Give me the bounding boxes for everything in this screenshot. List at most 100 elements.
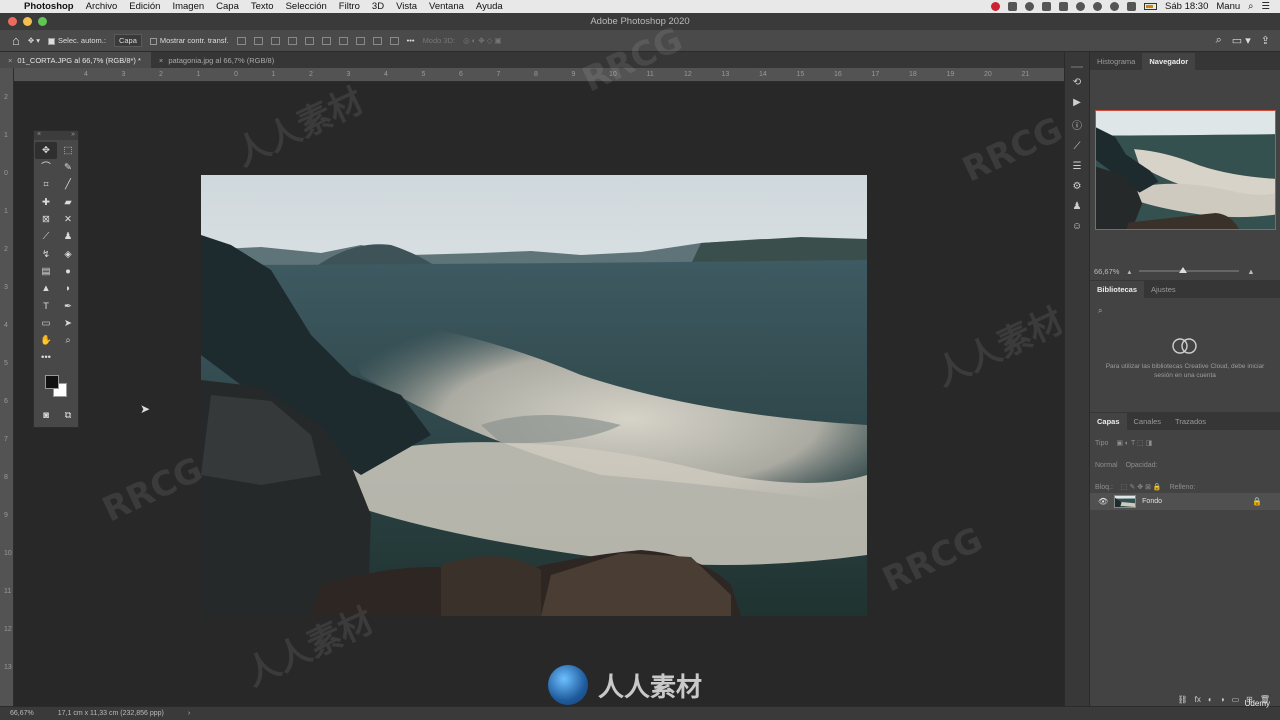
volume-icon[interactable] (1127, 2, 1137, 11)
blend-mode-dropdown[interactable]: Normal (1095, 462, 1118, 469)
lock-icons[interactable]: ⬚ ✎ ✥ ⊠ 🔒 (1121, 483, 1162, 491)
actions-panel-icon[interactable]: ▶ (1073, 97, 1081, 108)
more-tools-icon[interactable]: ••• (35, 350, 57, 367)
status-zoom[interactable]: 66,67% (10, 710, 34, 717)
info-panel-icon[interactable]: ⓘ (1072, 117, 1082, 132)
menu-capa[interactable]: Capa (216, 1, 239, 12)
screen-icon[interactable] (1008, 2, 1018, 11)
expand-icon[interactable]: » (71, 131, 75, 140)
eyedropper-tool-icon[interactable]: ╱ (57, 177, 79, 194)
pen-tool-icon[interactable]: ✒ (57, 298, 79, 315)
layer-lock-icon[interactable]: 🔒 (1252, 497, 1262, 506)
sync-icon[interactable] (1076, 2, 1086, 11)
align-left-icon[interactable] (236, 36, 246, 45)
eraser-tool-icon[interactable]: ◈ (57, 246, 79, 263)
crop-tool-icon[interactable]: ⌗ (35, 177, 57, 194)
menu-app[interactable]: Photoshop (24, 1, 74, 12)
record-icon[interactable] (991, 2, 1001, 11)
menu-3d[interactable]: 3D (372, 1, 384, 12)
path-select-tool-icon[interactable]: ➤ (57, 315, 79, 332)
tab-canales[interactable]: Canales (1127, 417, 1169, 430)
spotlight-icon[interactable]: ⌕ (1248, 1, 1253, 12)
menu-ayuda[interactable]: Ayuda (476, 1, 503, 12)
magnifier-tray-icon[interactable] (1025, 2, 1035, 11)
close-icon[interactable]: × (159, 56, 163, 68)
distribute-2-icon[interactable] (355, 36, 365, 45)
menu-filtro[interactable]: Filtro (339, 1, 360, 12)
lasso-tool-icon[interactable]: ⌒ (35, 159, 57, 176)
tab-capas[interactable]: Capas (1090, 413, 1127, 430)
home-icon[interactable]: ⌂ (12, 33, 20, 48)
filter-icons[interactable]: ▣ ◐ T ⬚ ◨ (1116, 439, 1152, 447)
align-top-icon[interactable] (287, 36, 297, 45)
auto-select-dropdown[interactable]: Capa (113, 34, 142, 47)
sponge-tool-icon[interactable]: ◗ (57, 280, 79, 297)
navigator-zoom-value[interactable]: 66,67% (1094, 267, 1119, 276)
library-search-input[interactable]: ⌕ (1096, 306, 1274, 320)
battery-icon[interactable] (1144, 3, 1158, 10)
align-bottom-icon[interactable] (321, 36, 331, 45)
clock[interactable]: Sáb 18:30 (1165, 1, 1208, 12)
history-icon[interactable] (1093, 2, 1103, 11)
show-transform-checkbox[interactable]: Mostrar contr. transf. (149, 36, 229, 45)
tab-01-corta[interactable]: × 01_CORTA.JPG al 66,7% (RGB/8*) * (0, 52, 151, 68)
dodge-tool-icon[interactable]: ▲ (35, 280, 57, 297)
distribute-3-icon[interactable] (372, 36, 382, 45)
menu-vista[interactable]: Vista (396, 1, 417, 12)
screen-mode-icon[interactable]: ⧉ (57, 407, 79, 424)
type-tool-icon[interactable]: T (35, 298, 57, 315)
brushes-panel-icon[interactable]: ⟋ (1074, 141, 1081, 152)
stamp-tool-icon[interactable]: ♟ (57, 228, 79, 245)
ruler-horizontal[interactable]: 4 3 2 1 0 1 2 3 4 5 6 7 8 9 10 11 12 13 14 15 16 17 18 19 20 21 (14, 68, 1064, 82)
app-tray-icon[interactable] (1042, 2, 1052, 11)
tab-patagonia[interactable]: × patagonia.jpg al 66,7% (RGB/8) (151, 52, 284, 68)
tab-ajustes[interactable]: Ajustes (1144, 285, 1183, 298)
move-tool-preset-icon[interactable]: ✥ ▾ (28, 36, 40, 45)
menu-seleccion[interactable]: Selección (286, 1, 327, 12)
tab-histograma[interactable]: Histograma (1090, 57, 1142, 70)
filter-kind-dropdown[interactable]: Tipo (1095, 440, 1108, 447)
add-mask-icon[interactable]: ◐ (1208, 695, 1213, 704)
learn-panel-icon[interactable]: ☺ (1072, 221, 1082, 232)
cursor-tray-icon[interactable] (1059, 2, 1069, 11)
zoom-out-icon[interactable]: ▴ (1127, 267, 1131, 276)
link-layers-icon[interactable]: ⛓ (1178, 695, 1188, 704)
layer-fondo[interactable]: 👁 Fondo 🔒 (1090, 493, 1280, 510)
close-window-icon[interactable] (8, 17, 17, 26)
adjustment-layer-icon[interactable]: ◑ (1220, 695, 1225, 704)
menu-texto[interactable]: Texto (251, 1, 274, 12)
frame-tool-icon[interactable]: ⊠ (35, 211, 57, 228)
collapse-icon[interactable]: × (37, 131, 41, 140)
workspace-icon[interactable]: ▭ ▾ (1232, 34, 1251, 47)
healing-tool-icon[interactable]: ✚ (35, 194, 57, 211)
menu-imagen[interactable]: Imagen (172, 1, 204, 12)
quick-select-tool-icon[interactable]: ✎ (57, 159, 79, 176)
tab-trazados[interactable]: Trazados (1168, 417, 1213, 430)
zoom-in-icon[interactable]: ▲ (1247, 267, 1254, 276)
patch-tool-icon[interactable]: ▰ (57, 194, 79, 211)
navigator-preview[interactable] (1095, 110, 1276, 230)
auto-select-checkbox[interactable]: Selec. autom.: (48, 36, 106, 45)
adjustments-panel-icon[interactable]: ☰ (1073, 161, 1082, 172)
menu-edicion[interactable]: Edición (129, 1, 160, 12)
align-right-icon[interactable] (270, 36, 280, 45)
tab-navegador[interactable]: Navegador (1142, 53, 1196, 70)
zoom-tool-icon[interactable]: ⌕ (57, 332, 79, 349)
ruler-vertical[interactable]: 2 1 0 1 2 3 4 5 6 7 8 9 10 11 12 13 (0, 68, 14, 706)
align-center-icon[interactable] (253, 36, 263, 45)
brush-tool-icon[interactable]: ⟋ (35, 228, 57, 245)
document-image[interactable] (201, 175, 867, 616)
zoom-window-icon[interactable] (38, 17, 47, 26)
marquee-tool-icon[interactable]: ⬚ (57, 142, 79, 159)
menu-archivo[interactable]: Archivo (86, 1, 118, 12)
history-brush-tool-icon[interactable]: ↯ (35, 246, 57, 263)
menu-ventana[interactable]: Ventana (429, 1, 464, 12)
share-icon[interactable]: ⇪ (1261, 34, 1270, 47)
distribute-4-icon[interactable] (389, 36, 399, 45)
blur-tool-icon[interactable]: ● (57, 263, 79, 280)
wifi-icon[interactable] (1110, 2, 1120, 11)
content-aware-tool-icon[interactable]: ✕ (57, 211, 79, 228)
fx-icon[interactable]: fx (1195, 695, 1201, 704)
foreground-color-swatch[interactable] (45, 374, 59, 389)
distribute-1-icon[interactable] (338, 36, 348, 45)
